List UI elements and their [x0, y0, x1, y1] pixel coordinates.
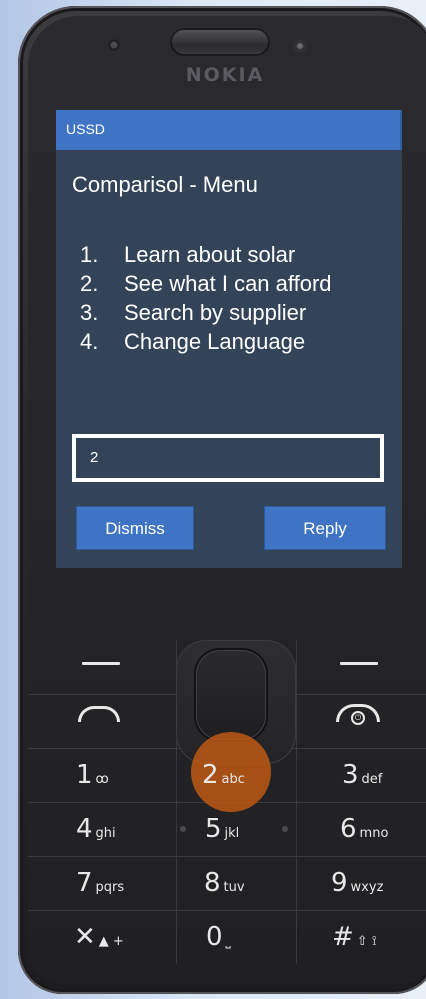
front-camera-icon: [107, 38, 121, 52]
keypad-divider: [176, 748, 177, 964]
menu-item-number: 2.: [80, 271, 99, 296]
key-2[interactable]: 2 abc: [202, 760, 245, 802]
proximity-sensor-icon: [294, 40, 306, 52]
menu-item: 3. Search by supplier: [80, 300, 332, 329]
menu-item-label: Change Language: [124, 329, 306, 354]
key-9[interactable]: 9 wxyz: [331, 868, 383, 910]
key-5[interactable]: 5 jkl: [205, 814, 239, 856]
keypad-divider: [296, 640, 297, 964]
dialog-header-label: USSD: [66, 121, 105, 137]
menu-item-label: See what I can afford: [124, 271, 332, 296]
menu-list: 1. Learn about solar 2. See what I can aff…: [80, 242, 332, 358]
reply-button[interactable]: Reply: [264, 506, 386, 550]
dismiss-button[interactable]: Dismiss: [76, 506, 194, 550]
key-hash[interactable]: # ⇧ ⟟: [332, 922, 377, 964]
menu-item-number: 1.: [80, 242, 99, 267]
key-0[interactable]: 0 ⎵: [206, 922, 231, 964]
left-softkey[interactable]: [82, 662, 120, 665]
key-1[interactable]: 1ꝏ: [76, 760, 109, 802]
key-3[interactable]: 3 def: [342, 760, 382, 802]
call-key-icon[interactable]: [78, 706, 120, 722]
key-8[interactable]: 8 tuv: [204, 868, 245, 910]
earpiece-speaker: [170, 28, 270, 56]
menu-item-label: Learn about solar: [124, 242, 296, 267]
ussd-dialog: USSD Comparisol - Menu 1. Learn about sol…: [56, 110, 402, 568]
menu-item-number: 3.: [80, 300, 99, 325]
right-softkey[interactable]: [340, 662, 378, 665]
key-divider-dot: [180, 826, 186, 832]
menu-item: 2. See what I can afford: [80, 271, 332, 300]
brand-logo: NOKIA: [185, 64, 265, 86]
menu-title: Comparisol - Menu: [72, 172, 258, 197]
keypad-divider: [28, 910, 426, 911]
key-divider-dot: [282, 826, 288, 832]
key-star[interactable]: ✕ ▲ +: [74, 922, 124, 964]
menu-item-number: 4.: [80, 329, 99, 354]
dialog-header: USSD: [56, 110, 402, 150]
menu-item: 4. Change Language: [80, 329, 332, 358]
reply-input[interactable]: 2: [72, 434, 384, 482]
menu-item-label: Search by supplier: [124, 300, 307, 325]
navigation-select-key[interactable]: [196, 650, 266, 740]
key-4[interactable]: 4 ghi: [76, 814, 116, 856]
key-6[interactable]: 6 mno: [340, 814, 388, 856]
key-7[interactable]: 7 pqrs: [76, 868, 124, 910]
keypad-divider: [28, 856, 426, 857]
menu-item: 1. Learn about solar: [80, 242, 332, 271]
